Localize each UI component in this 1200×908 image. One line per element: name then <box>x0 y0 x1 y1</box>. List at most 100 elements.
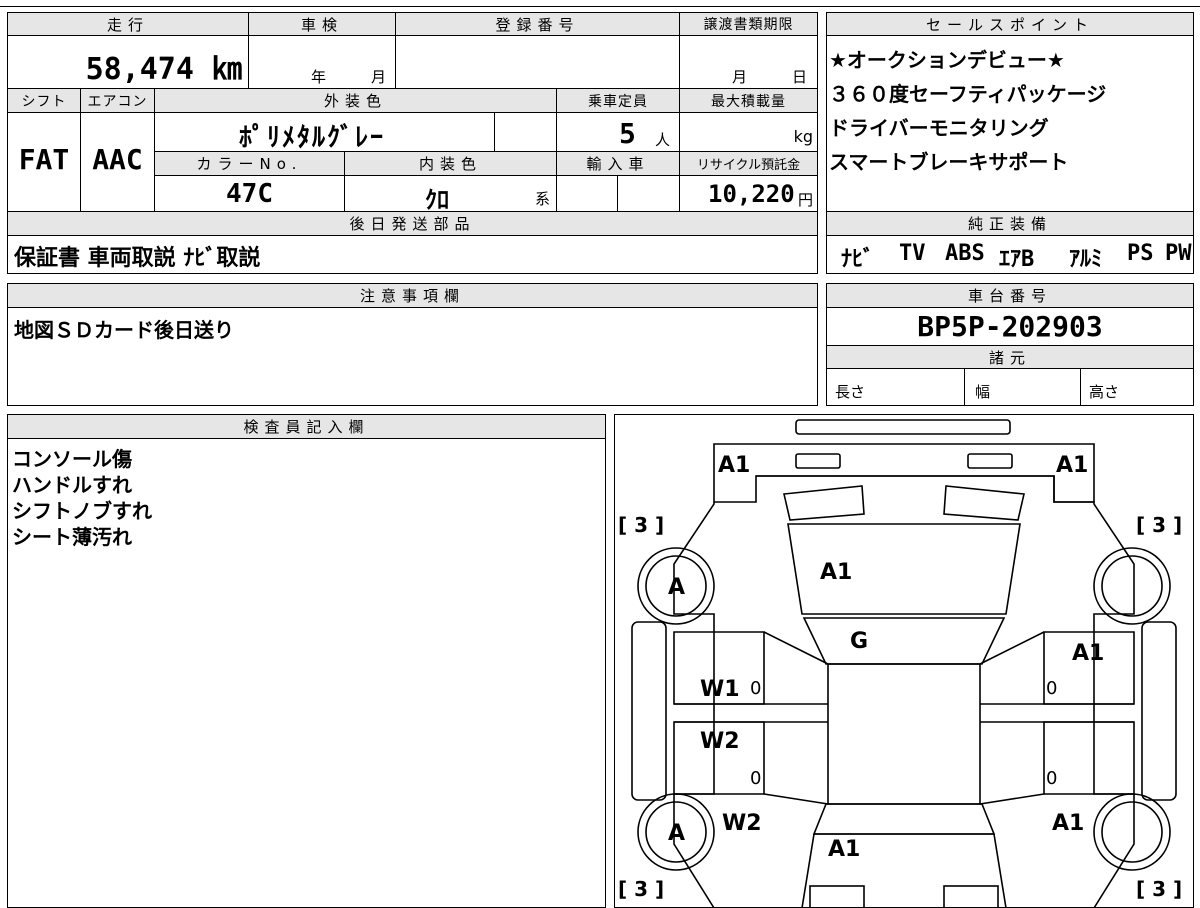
label-trunk: A1 <box>828 837 860 862</box>
capacity-value: 5 <box>619 117 636 150</box>
chassis-header: 車台番号 <box>826 283 1194 308</box>
num-left-front-door: 0 <box>750 678 761 699</box>
car-diagram-panel: A1 A1 A1 G A A W1 W2 W2 A1 A1 A1 0 0 0 0… <box>614 414 1194 908</box>
interior-color-header: 内装色 <box>344 151 557 176</box>
spec-length-label: 長さ <box>835 383 866 401</box>
equip-alumi: ｱﾙﾐ <box>1069 247 1103 272</box>
inspection-header: 車検 <box>248 12 396 36</box>
right-door-strip <box>980 703 1134 723</box>
front-bumper-outline <box>713 443 1095 503</box>
body-outline <box>673 475 1135 908</box>
chassis-cell: BP5P-202903 <box>826 307 1194 346</box>
inspector-line-4: シート薄汚れ <box>12 525 132 549</box>
aircon-header: エアコン <box>80 88 155 113</box>
specs-header: 諸元 <box>826 345 1194 369</box>
recycle-unit: 円 <box>797 191 813 209</box>
color-no-value: 47C <box>226 179 273 209</box>
spec-width-cell: 幅 <box>964 368 1081 406</box>
deferred-parts-value: 保証書 車両取説 ﾅﾋﾞ取説 <box>14 246 261 271</box>
capacity-cell: 5 人 <box>556 112 680 152</box>
sales-point-line-1: ★オークションデビュー★ <box>829 48 1065 72</box>
inspection-month-unit: 月 <box>371 68 387 86</box>
right-rear-wheel <box>1093 793 1171 871</box>
inspector-line-1: コンソール傷 <box>12 447 132 471</box>
notes-header: 注意事項欄 <box>7 283 818 308</box>
recycle-cell: 10,220 円 <box>679 175 818 212</box>
color-no-cell: 47C <box>154 175 345 212</box>
exterior-color-header: 外装色 <box>154 88 557 113</box>
transfer-deadline-header: 譲渡書類期限 <box>679 12 818 36</box>
transfer-day-unit: 日 <box>792 68 808 86</box>
notes-cell: 地図ＳＤカード後日送り <box>7 307 818 406</box>
label-left-rear-fender: W2 <box>722 811 762 836</box>
spec-length-cell: 長さ <box>826 368 965 406</box>
right-front-wheel <box>1093 547 1171 625</box>
equip-tv: TV <box>899 241 926 266</box>
left-rocker <box>631 621 667 801</box>
right-rocker <box>1141 621 1177 801</box>
num-right-rear-door: 0 <box>1046 768 1057 789</box>
rear-bumper-slot-right <box>943 885 999 908</box>
left-body-side <box>763 631 829 805</box>
rear-bumper-slot-left <box>809 885 865 908</box>
roof <box>827 663 981 805</box>
bracket-top-left: [ 3 ] <box>618 513 664 537</box>
spec-width-label: 幅 <box>975 383 991 401</box>
top-strip <box>0 0 1200 7</box>
max-load-header: 最大積載量 <box>679 88 818 113</box>
inspection-cell: 年 月 <box>248 35 396 89</box>
shift-value: FAT <box>18 143 70 176</box>
right-front-wheel-inner <box>1101 555 1163 617</box>
label-front-left-bumper: A1 <box>718 453 750 478</box>
inspector-line-3: シフトノブすれ <box>12 499 152 523</box>
genuine-equipment-cell: ﾅﾋﾞ TV ABS ｴｱB ｱﾙﾐ PS PW <box>826 235 1194 274</box>
transfer-deadline-cell: 月 日 <box>679 35 818 89</box>
recycle-header: リサイクル預託金 <box>679 151 818 176</box>
capacity-unit: 人 <box>655 131 671 149</box>
sales-point-line-3: ドライバーモニタリング <box>829 116 1049 140</box>
label-right-front-door: A1 <box>1072 641 1104 666</box>
equip-navi: ﾅﾋﾞ <box>841 247 875 272</box>
equip-ps: PS <box>1127 241 1154 266</box>
registration-cell <box>395 35 680 89</box>
interior-color-value: ｸﾛ <box>425 186 449 214</box>
bracket-bottom-right: [ 3 ] <box>1136 877 1182 901</box>
equip-abs: ABS <box>945 241 985 266</box>
bracket-bottom-left: [ 3 ] <box>618 877 664 901</box>
right-rear-door <box>1043 721 1135 795</box>
inspection-year-unit: 年 <box>311 68 327 86</box>
deferred-parts-cell: 保証書 車両取説 ﾅﾋﾞ取説 <box>7 235 818 274</box>
label-left-rear-door: W2 <box>700 729 740 754</box>
max-load-cell: kg <box>679 112 818 152</box>
sales-point-line-4: スマートブレーキサポート <box>829 150 1069 174</box>
import-cell-1 <box>556 175 618 212</box>
deferred-parts-header: 後日発送部品 <box>7 211 818 236</box>
num-left-rear-door: 0 <box>750 768 761 789</box>
genuine-equipment-header: 純正装備 <box>826 211 1194 236</box>
aircon-value: AAC <box>92 143 143 176</box>
label-left-front-tire: A <box>668 575 685 600</box>
spec-height-label: 高さ <box>1089 383 1120 401</box>
right-body-side <box>979 631 1045 805</box>
mileage-cell: 58,474 ㎞ <box>7 35 249 89</box>
sales-points-header: セールスポイント <box>826 12 1194 36</box>
label-front-right-bumper: A1 <box>1056 453 1088 478</box>
mileage-value: 58,474 ㎞ <box>85 52 242 87</box>
inspector-cell: コンソール傷 ハンドルすれ シフトノブすれ シート薄汚れ <box>7 438 606 908</box>
mileage-header: 走行 <box>7 12 249 36</box>
aircon-cell: AAC <box>80 112 155 212</box>
right-headlight <box>943 485 1025 521</box>
interior-color-cell: ｸﾛ 系 <box>344 175 557 214</box>
exterior-color-cell: ﾎﾟﾘﾒﾀﾙｸﾞﾚｰ <box>154 112 495 153</box>
notes-value: 地図ＳＤカード後日送り <box>14 318 234 342</box>
shift-header: シフト <box>7 88 81 113</box>
label-right-rear-fender: A1 <box>1052 811 1084 836</box>
rear-window <box>812 803 996 835</box>
label-hood: A1 <box>820 560 852 585</box>
num-right-front-door: 0 <box>1046 678 1057 699</box>
color-no-header: カラーNo. <box>154 151 345 176</box>
bracket-top-right: [ 3 ] <box>1136 513 1182 537</box>
interior-color-suffix: 系 <box>535 190 551 208</box>
windshield <box>802 617 1006 665</box>
sales-points-cell: ★オークションデビュー★ ３６０度セーフティパッケージ ドライバーモニタリング … <box>826 35 1194 212</box>
